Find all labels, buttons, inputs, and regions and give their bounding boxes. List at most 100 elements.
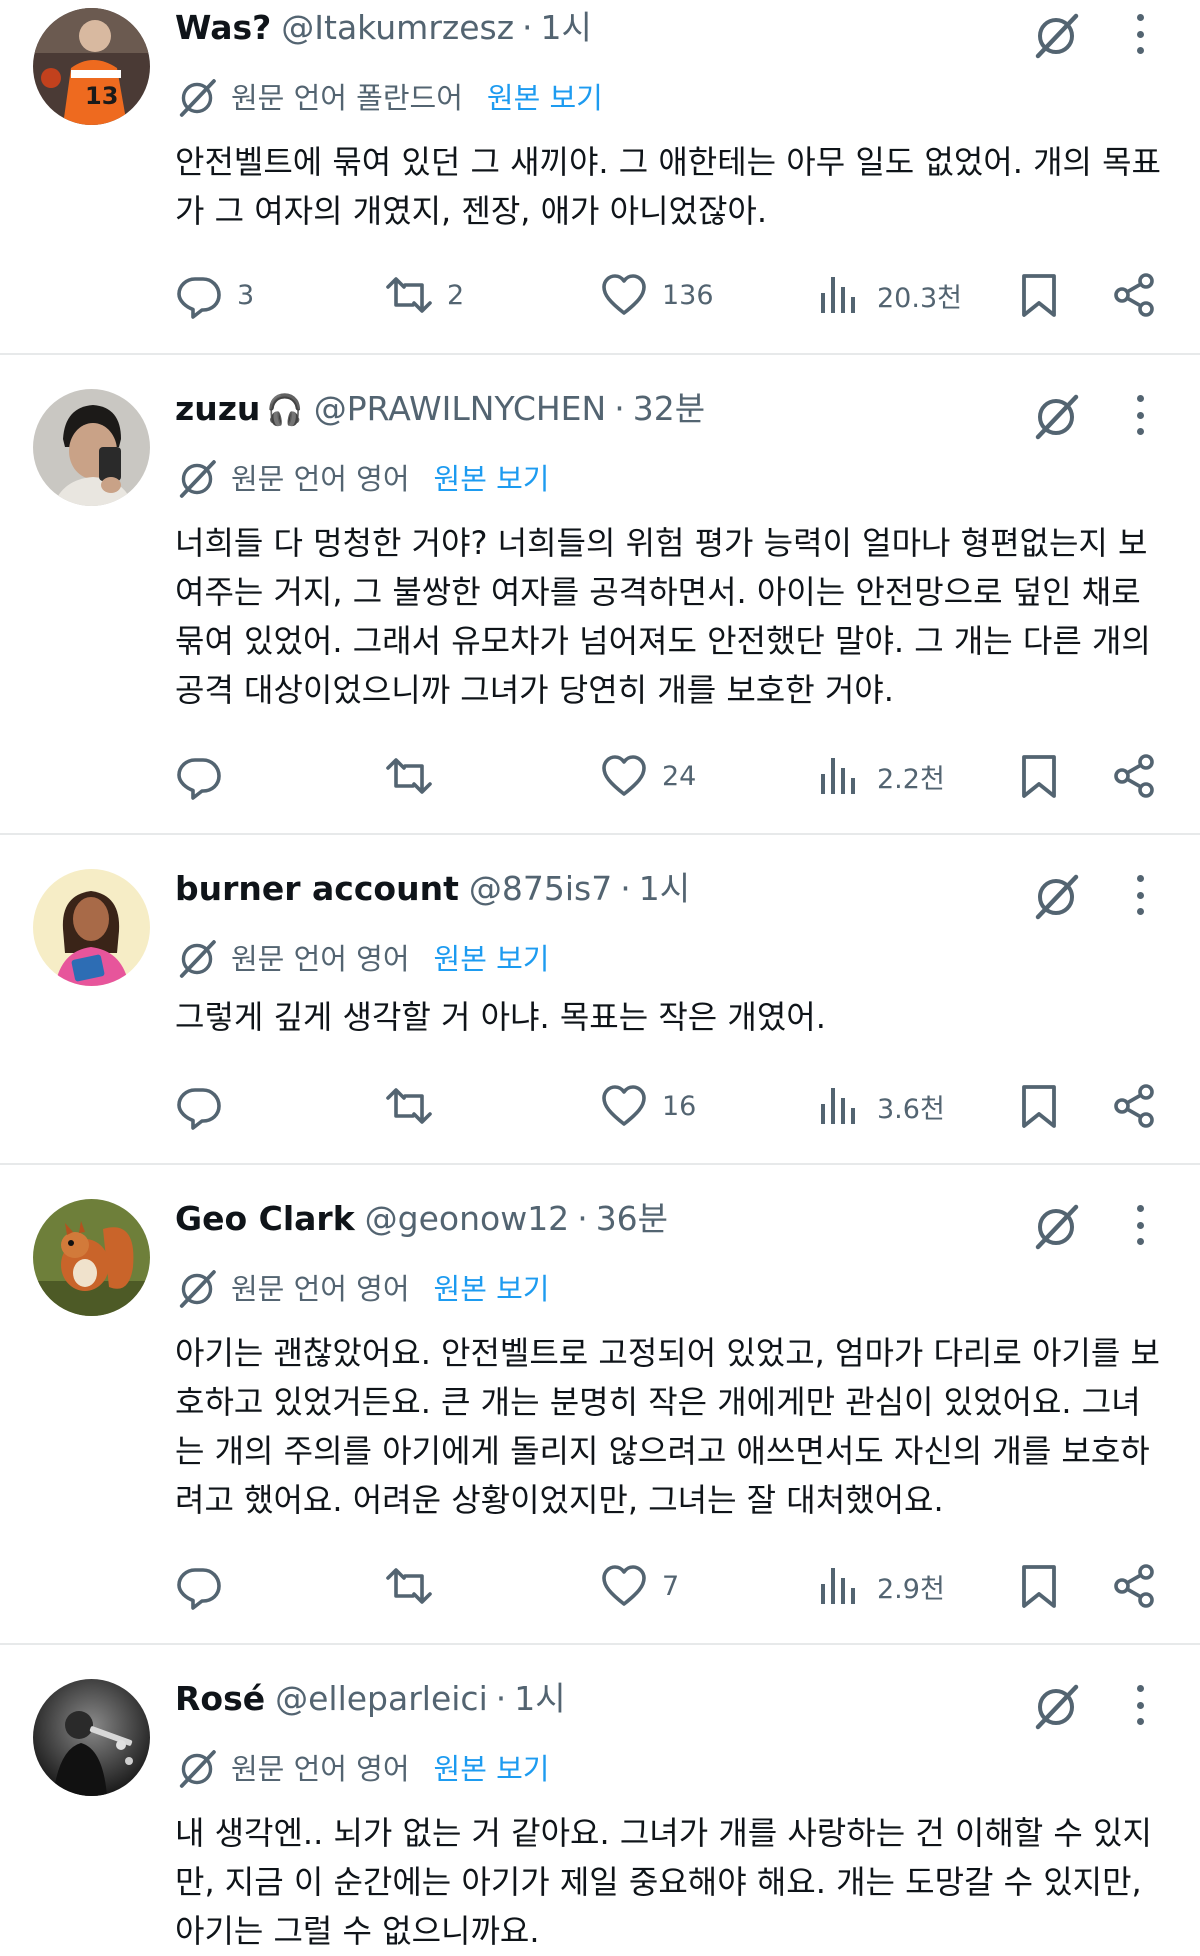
grok-icon[interactable]: [1030, 1681, 1082, 1733]
view-original-link[interactable]: 원본 보기: [434, 939, 550, 979]
tweet[interactable]: burner account @875is7 · 1시 원문 언어 영어 원본 …: [0, 835, 1200, 1165]
reply-icon: [175, 752, 223, 800]
user-handle[interactable]: @875is7: [469, 867, 612, 911]
retweet-icon: [385, 1082, 433, 1130]
tweet[interactable]: Geo Clark @geonow12 · 36분 원문 언어 영어 원본 보기…: [0, 1165, 1200, 1645]
source-language: 원문 언어 영어: [231, 1272, 410, 1306]
reply-icon: [175, 1082, 223, 1130]
views-button[interactable]: 2.2천: [815, 751, 945, 801]
avatar[interactable]: [33, 1199, 150, 1316]
retweet-count: 2: [447, 279, 465, 311]
bookmark-icon: [1015, 1082, 1063, 1130]
like-button[interactable]: 136: [600, 270, 714, 320]
bookmark-icon: [1015, 271, 1063, 319]
reply-button[interactable]: [175, 1561, 237, 1611]
like-button[interactable]: 24: [600, 751, 696, 801]
heart-icon: [600, 271, 648, 319]
views-button[interactable]: 2.9천: [815, 1561, 945, 1611]
timestamp[interactable]: 32분: [633, 387, 705, 431]
heart-icon: [600, 1562, 648, 1610]
user-handle[interactable]: @geonow12: [365, 1197, 570, 1241]
translate-icon: [175, 937, 219, 981]
separator: ·: [495, 1679, 507, 1718]
more-options-icon[interactable]: [1122, 875, 1158, 915]
bar-chart-icon: [815, 271, 863, 319]
view-original-link[interactable]: 원본 보기: [434, 1749, 550, 1789]
source-language: 원문 언어 영어: [231, 1752, 410, 1786]
retweet-button[interactable]: [385, 1081, 447, 1131]
bookmark-button[interactable]: [1015, 751, 1063, 801]
translation-bar: 원문 언어 영어 원본 보기: [175, 1267, 549, 1311]
views-button[interactable]: 20.3천: [815, 270, 962, 320]
bookmark-button[interactable]: [1015, 1081, 1063, 1131]
display-name[interactable]: burner account: [175, 867, 459, 911]
action-bar: 24 2.2천: [175, 751, 1165, 801]
views-button[interactable]: 3.6천: [815, 1081, 945, 1131]
like-button[interactable]: 7: [600, 1561, 679, 1611]
source-language: 원문 언어 영어: [231, 942, 410, 976]
translation-bar: 원문 언어 영어 원본 보기: [175, 937, 549, 981]
translation-bar: 원문 언어 폴란드어 원본 보기: [175, 76, 603, 120]
share-button[interactable]: [1110, 1081, 1158, 1131]
grok-icon[interactable]: [1030, 1201, 1082, 1253]
avatar[interactable]: [33, 869, 150, 986]
reply-button[interactable]: 3: [175, 270, 254, 320]
grok-icon[interactable]: [1030, 10, 1082, 62]
view-count: 3.6천: [877, 1093, 945, 1125]
view-count: 2.2천: [877, 763, 945, 795]
display-name[interactable]: zuzu: [175, 387, 260, 431]
tweet-text: 안전벨트에 묶여 있던 그 새끼야. 그 애한테는 아무 일도 없었어. 개의 …: [175, 143, 1161, 230]
separator: ·: [614, 389, 625, 428]
more-options-icon[interactable]: [1122, 395, 1158, 435]
avatar[interactable]: [33, 389, 150, 506]
avatar[interactable]: 13: [33, 8, 150, 125]
view-original-link[interactable]: 원본 보기: [487, 78, 603, 118]
bar-chart-icon: [815, 1562, 863, 1610]
translate-icon: [175, 1267, 219, 1311]
tweet[interactable]: Rosé @elleparleici · 1시 원문 언어 영어 원본 보기 내…: [0, 1645, 1200, 1955]
more-options-icon[interactable]: [1122, 1685, 1158, 1725]
user-handle[interactable]: @elleparleici: [275, 1677, 488, 1721]
display-name[interactable]: Rosé: [175, 1677, 265, 1721]
share-button[interactable]: [1110, 270, 1158, 320]
view-original-link[interactable]: 원본 보기: [434, 459, 550, 499]
timestamp[interactable]: 36분: [596, 1197, 668, 1241]
tweet-text: 그렇게 깊게 생각할 거 아냐. 목표는 작은 개였어.: [175, 998, 826, 1036]
avatar[interactable]: [33, 1679, 150, 1796]
action-bar: 3 2 136 20.3천: [175, 270, 1165, 320]
bookmark-button[interactable]: [1015, 1561, 1063, 1611]
reply-button[interactable]: [175, 1081, 237, 1131]
bar-chart-icon: [815, 1082, 863, 1130]
source-language: 원문 언어 폴란드어: [231, 81, 463, 115]
like-count: 16: [662, 1090, 697, 1122]
translate-icon: [175, 457, 219, 501]
svg-text:13: 13: [85, 82, 118, 110]
retweet-button[interactable]: 2: [385, 270, 464, 320]
bookmark-button[interactable]: [1015, 270, 1063, 320]
more-options-icon[interactable]: [1122, 14, 1158, 54]
tweet[interactable]: zuzu 🎧 @PRAWILNYCHEN · 32분 원문 언어 영어 원본 보…: [0, 355, 1200, 835]
more-options-icon[interactable]: [1122, 1205, 1158, 1245]
share-button[interactable]: [1110, 1561, 1158, 1611]
timestamp[interactable]: 1시: [639, 867, 690, 911]
grok-icon[interactable]: [1030, 391, 1082, 443]
bookmark-icon: [1015, 1562, 1063, 1610]
timestamp[interactable]: 1시: [514, 1677, 565, 1721]
display-name[interactable]: Geo Clark: [175, 1197, 355, 1241]
like-button[interactable]: 16: [600, 1081, 696, 1131]
like-count: 7: [662, 1570, 680, 1602]
timestamp[interactable]: 1시: [541, 6, 592, 50]
heart-icon: [600, 752, 648, 800]
grok-icon[interactable]: [1030, 871, 1082, 923]
reply-count: 3: [237, 279, 255, 311]
reply-button[interactable]: [175, 751, 237, 801]
display-name[interactable]: Was?: [175, 6, 271, 50]
retweet-button[interactable]: [385, 1561, 447, 1611]
user-handle[interactable]: @Itakumrzesz: [281, 6, 514, 50]
share-icon: [1110, 1082, 1158, 1130]
share-button[interactable]: [1110, 751, 1158, 801]
view-original-link[interactable]: 원본 보기: [434, 1269, 550, 1309]
user-handle[interactable]: @PRAWILNYCHEN: [314, 387, 606, 431]
tweet[interactable]: 13 Was? @Itakumrzesz · 1시 원문 언어 폴란드어 원본 …: [0, 0, 1200, 355]
retweet-button[interactable]: [385, 751, 447, 801]
